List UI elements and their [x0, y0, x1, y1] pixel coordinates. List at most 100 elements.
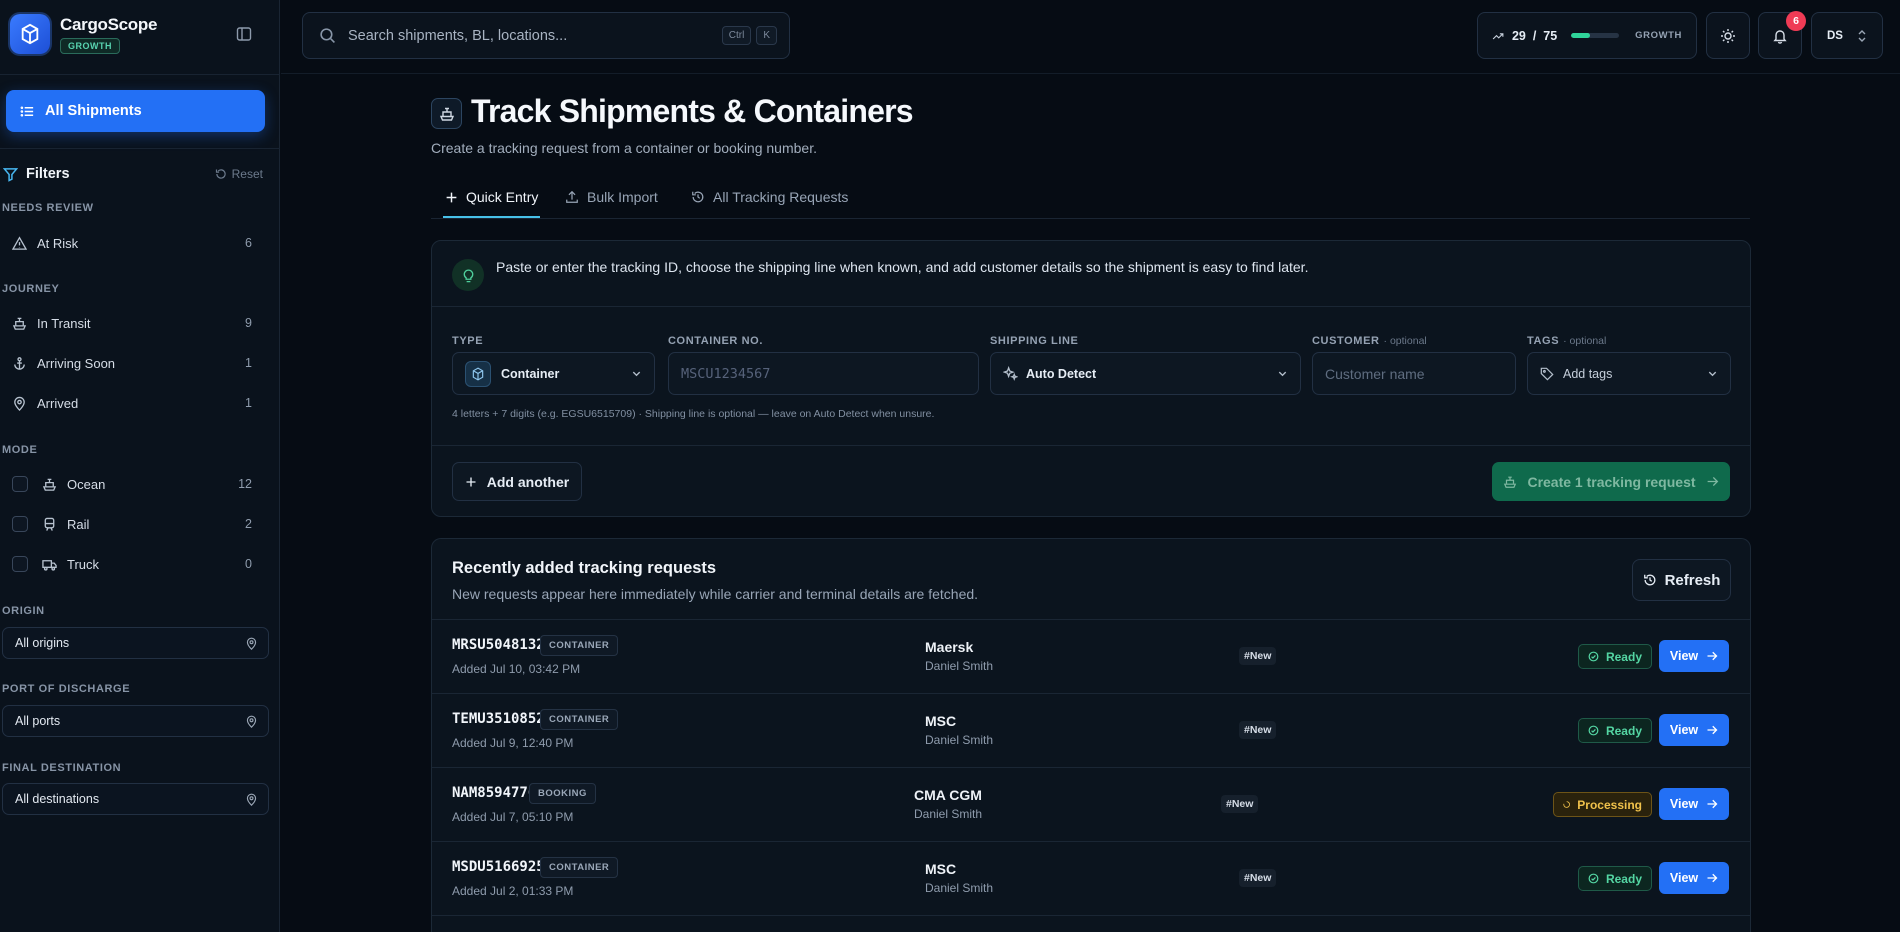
port-of-discharge-select[interactable]: All ports: [2, 705, 269, 737]
brand[interactable]: CargoScope GROWTH: [10, 14, 157, 54]
view-button[interactable]: View: [1659, 788, 1729, 820]
sidebar-item-arriving-soon[interactable]: Arriving Soon 1: [12, 348, 252, 378]
bell-icon: [1773, 29, 1787, 44]
sidebar-item-arrived[interactable]: Arrived 1: [12, 388, 252, 418]
table-row: [432, 915, 1750, 932]
search-input[interactable]: Search shipments, BL, locations...: [348, 28, 717, 44]
divider: [0, 74, 280, 75]
added-date: Added Jul 10, 03:42 PM: [452, 662, 581, 676]
table-row[interactable]: MRSU5048132 CONTAINER Added Jul 10, 03:42 …: [432, 619, 1750, 693]
location-icon: [246, 715, 257, 728]
tracking-id[interactable]: NAM8594776: [452, 785, 536, 801]
check-circle-icon: [1588, 873, 1599, 884]
usage-count: 29 / 75: [1511, 28, 1558, 43]
anchor-icon: [14, 356, 25, 370]
user-menu-button[interactable]: DS: [1811, 12, 1883, 59]
shipping-line-label: SHIPPING LINE: [990, 335, 1079, 347]
all-shipments-button[interactable]: All Shipments: [6, 90, 265, 132]
chevron-down-icon: [1708, 371, 1717, 377]
view-button[interactable]: View: [1659, 862, 1729, 894]
carrier-name: CMA CGM: [914, 787, 982, 803]
arrow-right-icon: [1707, 725, 1718, 735]
filter-icon: [3, 167, 18, 182]
count-badge: 6: [245, 236, 252, 250]
all-shipments-label: All Shipments: [45, 103, 142, 119]
tracking-id[interactable]: MRSU5048132: [452, 637, 545, 653]
shortcut-key-k: K: [756, 26, 777, 45]
table-row[interactable]: NAM8594776 BOOKING Added Jul 7, 05:10 PM CM…: [432, 767, 1750, 841]
section-label-port-of-discharge: PORT OF DISCHARGE: [2, 683, 131, 695]
container-number-input[interactable]: MSCU1234567: [668, 352, 979, 395]
create-tracking-request-button[interactable]: Create 1 tracking request: [1492, 462, 1730, 501]
sidebar-toggle-icon[interactable]: [236, 26, 252, 42]
tab-bulk-import[interactable]: Bulk Import: [565, 189, 658, 205]
rail-checkbox[interactable]: [12, 516, 28, 532]
recent-requests-card: Recently added tracking requests New req…: [431, 538, 1751, 932]
count-badge: 1: [245, 356, 252, 370]
usage-plan-label: GROWTH: [1635, 30, 1682, 41]
customer-name: Daniel Smith: [925, 659, 994, 673]
type-select[interactable]: Container: [452, 352, 655, 395]
ship-icon: [12, 317, 27, 330]
warning-icon: [12, 235, 27, 250]
view-button[interactable]: View: [1659, 640, 1729, 672]
sidebar: CargoScope GROWTH All Shipments Filters …: [0, 0, 280, 932]
tab-quick-entry[interactable]: Quick Entry: [445, 189, 538, 205]
tracking-id[interactable]: TEMU3510852: [452, 711, 545, 727]
added-date: Added Jul 2, 01:33 PM: [452, 884, 574, 898]
view-button[interactable]: View: [1659, 714, 1729, 746]
section-label-needs-review: NEEDS REVIEW: [2, 202, 94, 214]
customer-name-input[interactable]: Customer name: [1312, 352, 1516, 395]
arrow-right-icon: [1707, 476, 1718, 487]
search-bar[interactable]: Search shipments, BL, locations... Ctrl …: [302, 12, 790, 59]
table-row[interactable]: MSDU5166925 CONTAINER Added Jul 2, 01:33 P…: [432, 841, 1750, 915]
usage-meter[interactable]: 29 / 75 GROWTH: [1477, 12, 1697, 59]
origin-select[interactable]: All origins: [2, 627, 269, 659]
tab-all-tracking-requests[interactable]: All Tracking Requests: [691, 189, 848, 205]
final-destination-select[interactable]: All destinations: [2, 783, 269, 815]
sidebar-item-in-transit[interactable]: In Transit 9: [12, 308, 252, 338]
customer-name: Daniel Smith: [914, 807, 983, 821]
section-label-mode: MODE: [2, 444, 38, 456]
sidebar-item-ocean[interactable]: Ocean 12: [12, 469, 252, 499]
reset-button[interactable]: Reset: [215, 167, 263, 181]
reset-icon: [215, 169, 226, 179]
tag-badge: #New: [1239, 647, 1277, 665]
request-kind-badge: BOOKING: [529, 783, 596, 804]
usage-progress-bar: [1571, 33, 1620, 38]
shortcut-key-ctrl: Ctrl: [721, 26, 752, 45]
ocean-checkbox[interactable]: [12, 476, 28, 492]
divider: [0, 148, 280, 149]
carrier-name: MSC: [925, 861, 957, 877]
tracking-id[interactable]: MSDU5166925: [452, 859, 545, 875]
chevron-down-icon: [1278, 371, 1287, 377]
add-another-button[interactable]: Add another: [452, 462, 582, 501]
section-label-origin: ORIGIN: [2, 605, 45, 617]
chevron-up-down-icon: [1858, 29, 1866, 42]
user-initials: DS: [1827, 29, 1843, 42]
sidebar-item-truck[interactable]: Truck 0: [12, 549, 252, 579]
table-row[interactable]: TEMU3510852 CONTAINER Added Jul 9, 12:40 P…: [432, 693, 1750, 767]
theme-toggle-button[interactable]: [1706, 12, 1750, 59]
filters-title: Filters: [3, 166, 70, 182]
plus-icon: [446, 192, 457, 202]
plus-icon: [466, 477, 476, 486]
check-circle-icon: [1588, 651, 1599, 662]
spinner-icon: [1563, 801, 1570, 808]
location-icon: [246, 637, 257, 650]
ship-icon: [431, 98, 462, 129]
truck-checkbox[interactable]: [12, 556, 28, 572]
sun-icon: [1721, 28, 1735, 43]
count-badge: 12: [238, 477, 252, 491]
divider: [432, 445, 1750, 446]
recent-requests-title: Recently added tracking requests: [452, 559, 717, 577]
tags-select[interactable]: Add tags: [1527, 352, 1731, 395]
pin-icon: [14, 396, 25, 411]
upload-icon: [566, 190, 578, 203]
sidebar-item-rail[interactable]: Rail 2: [12, 509, 252, 539]
list-icon: [20, 105, 34, 117]
shipping-line-select[interactable]: Auto Detect: [990, 352, 1301, 395]
tip-text: Paste or enter the tracking ID, choose t…: [496, 259, 1309, 275]
sidebar-item-at-risk[interactable]: At Risk 6: [12, 228, 252, 258]
refresh-button[interactable]: Refresh: [1632, 559, 1731, 601]
